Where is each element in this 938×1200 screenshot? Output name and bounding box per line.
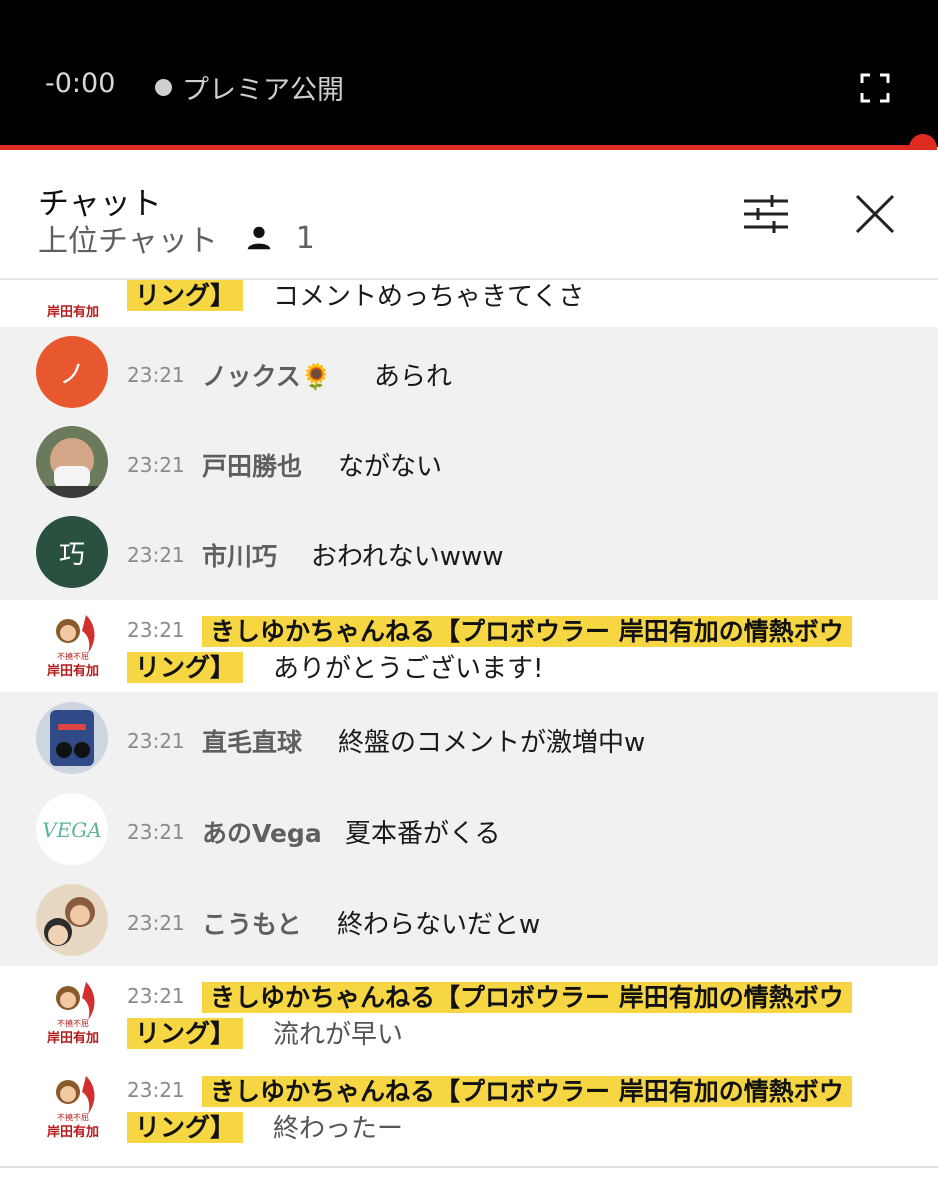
channel-logo-avatar: 不撓不屈 岸田有加 [47,615,99,679]
time-display: -0:00 [45,68,116,99]
owner-name-badge[interactable]: リング】 [127,1018,244,1049]
chat-message: 23:21 直毛直球 終盤のコメントが激増中w [0,692,938,784]
avatar: 巧 [36,516,108,588]
svg-text:VEGA: VEGA [42,818,101,842]
fullscreen-icon[interactable] [860,73,890,103]
message-time: 23:21 [127,984,185,1008]
premiere-label: プレミア公開 [182,75,344,106]
message-text: ながない [338,452,443,482]
avatar: ノ [36,336,108,408]
message-text: あられ [374,362,453,392]
owner-name-badge[interactable]: リング】 [127,1112,244,1143]
chat-message-owner: 岸田有加 リング】 コメントめっちゃきてくさ [0,280,938,327]
avatar [36,702,108,774]
svg-text:不撓不屈: 不撓不屈 [57,651,89,661]
chat-message: VEGA 23:21 あのVega 夏本番がくる [0,784,938,874]
message-text: 終盤のコメントが激増中w [338,728,646,758]
svg-text:不撓不屈: 不撓不屈 [57,1018,89,1028]
message-time: 23:21 [127,618,185,642]
message-time: 23:21 [127,729,185,753]
message-time: 23:21 [127,1078,185,1102]
chat-message-owner: 不撓不屈 岸田有加 23:21 きしゆかちゃんねる【プロボウラー 岸田有加の情熱… [0,966,938,1058]
owner-name-badge[interactable]: きしゆかちゃんねる【プロボウラー 岸田有加の情熱ボウ [202,982,852,1013]
author-name[interactable]: こうもと [202,905,302,941]
chat-message-list[interactable]: 岸田有加 リング】 コメントめっちゃきてくさ ノ 23:21 ノックス🌻 あられ… [0,280,938,1168]
person-icon [247,226,270,250]
live-dot-icon [155,79,172,96]
svg-text:岸田有加: 岸田有加 [47,1030,99,1046]
author-name[interactable]: あのVega [202,814,322,850]
message-text: 流れが早い [273,1020,404,1050]
channel-logo-avatar: 不撓不屈 岸田有加 [47,1076,99,1140]
video-player-bar[interactable]: -0:00 プレミア公開 [0,0,938,147]
channel-logo-avatar: 岸田有加 [46,298,100,322]
chat-mode-selector[interactable]: 上位チャット 1 [38,216,315,260]
author-name[interactable]: 市川巧 [202,537,277,573]
message-time: 23:21 [127,820,185,844]
message-time: 23:21 [127,453,185,477]
svg-text:岸田有加: 岸田有加 [47,304,99,320]
message-text: おわれないwww [311,542,504,572]
author-name[interactable]: 直毛直球 [202,723,302,759]
avatar [36,884,108,956]
close-icon[interactable] [853,192,897,236]
owner-name-badge[interactable]: リング】 [127,652,244,683]
chat-message-owner: 不撓不屈 岸田有加 23:21 きしゆかちゃんねる【プロボウラー 岸田有加の情熱… [0,1058,938,1158]
author-name[interactable]: ノックス🌻 [202,357,332,393]
message-text: 終わったー [273,1114,404,1144]
viewer-count: 1 [295,220,315,256]
filter-settings-icon[interactable] [744,195,788,233]
message-time: 23:21 [127,363,185,387]
chat-message: 巧 23:21 市川巧 おわれないwww [0,507,938,600]
message-time: 23:21 [127,911,185,935]
chat-message: 23:21 戸田勝也 ながない [0,417,938,507]
chat-message: 23:21 こうもと 終わらないだとw [0,874,938,966]
svg-text:岸田有加: 岸田有加 [47,1124,99,1140]
owner-name-badge[interactable]: きしゆかちゃんねる【プロボウラー 岸田有加の情熱ボウ [202,616,852,647]
chat-header: チャット 上位チャット 1 [0,150,938,280]
chat-message: ノ 23:21 ノックス🌻 あられ [0,327,938,417]
divider [0,1166,938,1168]
chat-mode-label: 上位チャット [38,224,218,259]
message-text: ありがとうございます! [273,654,544,684]
message-time: 23:21 [127,543,185,567]
message-text: コメントめっちゃきてくさ [273,282,585,312]
channel-logo-avatar: 不撓不屈 岸田有加 [47,982,99,1046]
premiere-status: プレミア公開 [155,68,344,107]
owner-name-badge[interactable]: きしゆかちゃんねる【プロボウラー 岸田有加の情熱ボウ [202,1076,852,1107]
owner-name-badge: リング】 [127,280,244,311]
svg-text:不撓不屈: 不撓不屈 [57,1112,89,1122]
message-text: 終わらないだとw [337,910,541,940]
avatar [36,426,108,498]
chat-message-owner: 不撓不屈 岸田有加 23:21 きしゆかちゃんねる【プロボウラー 岸田有加の情熱… [0,600,938,692]
avatar: VEGA [36,793,108,865]
message-text: 夏本番がくる [345,819,501,849]
svg-text:岸田有加: 岸田有加 [47,663,99,679]
author-name[interactable]: 戸田勝也 [202,447,302,483]
